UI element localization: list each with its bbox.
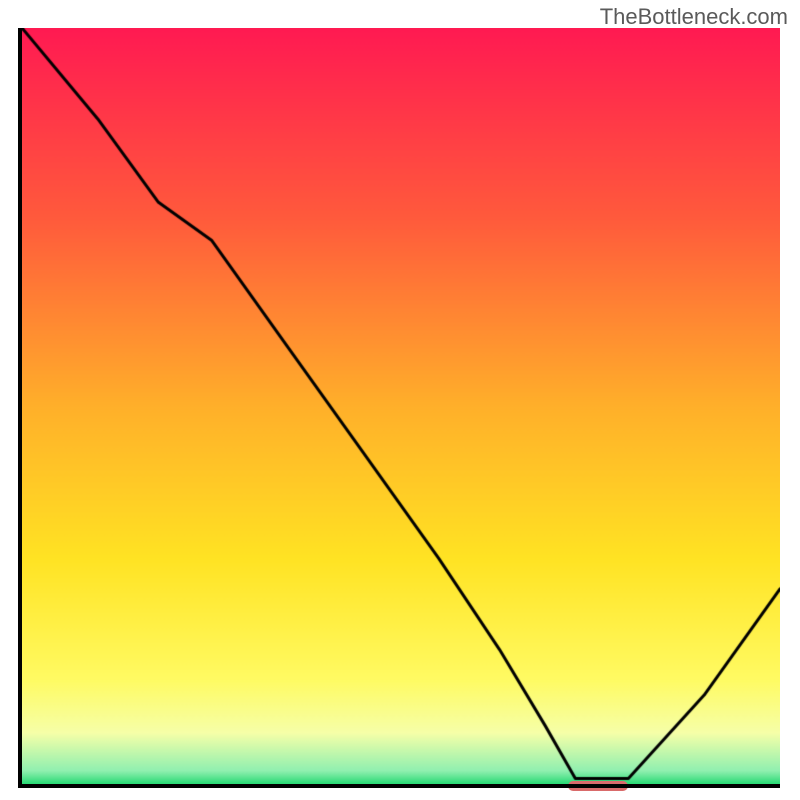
y-axis xyxy=(18,28,22,788)
bottleneck-curve xyxy=(22,28,780,786)
chart-container: TheBottleneck.com xyxy=(0,0,800,800)
plot-area xyxy=(22,28,780,786)
watermark-label: TheBottleneck.com xyxy=(600,4,788,30)
x-axis xyxy=(18,784,780,788)
